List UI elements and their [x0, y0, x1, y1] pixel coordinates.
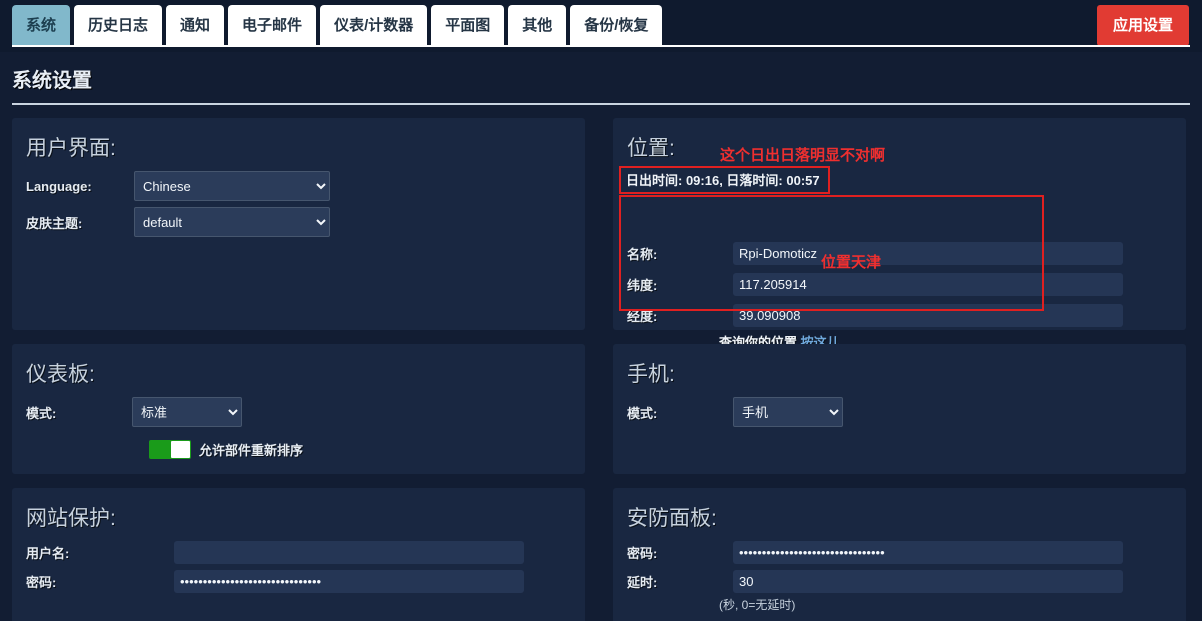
widget-reorder-toggle[interactable]	[149, 440, 191, 459]
latitude-label: 纬度:	[627, 278, 658, 293]
tab-history-log[interactable]: 历史日志	[74, 5, 163, 46]
location-name-row: 名称:	[613, 238, 1186, 269]
tab-bar-underline	[12, 45, 1190, 47]
security-password-row: 密码:	[613, 538, 1186, 567]
theme-row: 皮肤主题: default	[12, 204, 585, 240]
website-username-label: 用户名:	[26, 546, 70, 561]
website-username-row: 用户名:	[12, 538, 585, 567]
mobile-mode-row: 模式: 手机	[613, 394, 1186, 430]
mobile-title: 手机:	[627, 363, 675, 386]
location-name-input[interactable]	[733, 242, 1123, 265]
panel-location: 位置: 这个日出日落明显不对啊 日出时间: 09:16, 日落时间: 00:57…	[613, 118, 1186, 350]
tab-backup-restore[interactable]: 备份/恢复	[570, 5, 663, 46]
annotation-sunrise-sunset: 这个日出日落明显不对啊	[720, 147, 886, 164]
website-password-label: 密码:	[26, 575, 57, 590]
page-title: 系统设置	[12, 70, 92, 92]
location-title: 位置:	[627, 137, 675, 160]
dashboard-mode-label: 模式:	[26, 405, 57, 421]
panel-dashboard: 仪表板: 模式: 标准 允许部件重新排序	[12, 344, 585, 474]
dashboard-mode-row: 模式: 标准	[12, 394, 585, 430]
longitude-row: 经度:	[613, 300, 1186, 331]
language-label: Language:	[26, 178, 92, 194]
theme-label: 皮肤主题:	[26, 215, 83, 231]
location-name-label: 名称:	[627, 247, 658, 262]
security-password-label: 密码:	[627, 546, 658, 561]
website-protection-title: 网站保护:	[26, 507, 116, 530]
website-username-input[interactable]	[174, 541, 524, 564]
widget-reorder-label: 允许部件重新排序	[199, 443, 304, 458]
security-delay-label: 延时:	[627, 575, 658, 590]
widget-reorder-row: 允许部件重新排序	[12, 430, 585, 459]
toggle-knob-icon	[171, 441, 190, 458]
apply-settings-button[interactable]: 应用设置	[1096, 5, 1189, 46]
tab-meters-counters[interactable]: 仪表/计数器	[320, 5, 428, 46]
latitude-row: 纬度:	[613, 269, 1186, 300]
mobile-mode-select[interactable]: 手机	[733, 397, 843, 427]
dashboard-mode-select[interactable]: 标准	[132, 397, 242, 427]
language-row: Language: Chinese	[12, 168, 585, 204]
mobile-mode-label: 模式:	[627, 405, 658, 421]
annotation-tianjin: 位置天津	[821, 254, 882, 271]
tab-floorplan[interactable]: 平面图	[431, 5, 505, 46]
security-delay-hint: (秒, 0=无延时)	[719, 598, 796, 612]
panel-mobile: 手机: 模式: 手机	[613, 344, 1186, 474]
tab-system[interactable]: 系统	[12, 5, 71, 46]
tab-email[interactable]: 电子邮件	[228, 5, 317, 46]
security-delay-row: 延时:	[613, 567, 1186, 596]
tab-others[interactable]: 其他	[508, 5, 567, 46]
tab-notifications[interactable]: 通知	[166, 5, 225, 46]
panel-user-interface: 用户界面: Language: Chinese 皮肤主题: default	[12, 118, 585, 330]
security-password-input[interactable]	[733, 541, 1123, 564]
dashboard-title: 仪表板:	[26, 363, 95, 386]
settings-grid: 用户界面: Language: Chinese 皮肤主题: default 位置…	[0, 105, 1202, 621]
longitude-label: 经度:	[627, 309, 658, 324]
panel-security: 安防面板: 密码: 延时: (秒, 0=无延时)	[613, 488, 1186, 621]
page-title-section: 系统设置	[0, 52, 1202, 105]
location-fields: 名称: 纬度: 经度: 查询你的位置 按这儿	[613, 168, 1186, 351]
user-interface-title: 用户界面:	[26, 137, 116, 160]
panel-website-protection: 网站保护: 用户名: 密码:	[12, 488, 585, 621]
longitude-input[interactable]	[733, 304, 1123, 327]
language-select[interactable]: Chinese	[134, 171, 330, 201]
theme-select[interactable]: default	[134, 207, 330, 237]
security-delay-input[interactable]	[733, 570, 1123, 593]
website-password-input[interactable]	[174, 570, 524, 593]
latitude-input[interactable]	[733, 273, 1123, 296]
sun-times-text: 日出时间: 09:16, 日落时间: 00:57	[619, 166, 830, 194]
security-panel-title: 安防面板:	[627, 507, 717, 530]
website-password-row: 密码:	[12, 567, 585, 596]
tab-bar: 系统 历史日志 通知 电子邮件 仪表/计数器 平面图 其他 备份/恢复 应用设置	[0, 0, 1202, 52]
